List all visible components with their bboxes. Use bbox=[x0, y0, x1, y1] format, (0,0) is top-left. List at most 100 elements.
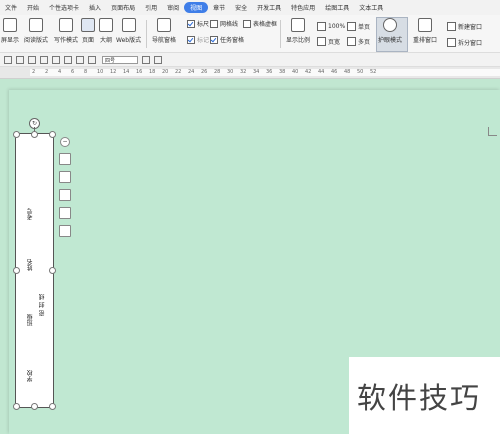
outline-view-button[interactable]: 大纲 bbox=[99, 18, 113, 44]
ruler-tick-label: 48 bbox=[344, 69, 351, 75]
text-wrap-icon[interactable] bbox=[59, 225, 71, 237]
menu-security[interactable]: 安全 bbox=[230, 3, 252, 12]
menu-text-tools[interactable]: 文本工具 bbox=[354, 3, 388, 12]
fullscreen-icon bbox=[3, 18, 17, 32]
table-gridlines-toggle[interactable]: 表格虚框 bbox=[243, 19, 277, 28]
ruler-checkbox[interactable] bbox=[187, 19, 195, 28]
task-pane-checkbox[interactable] bbox=[210, 35, 218, 44]
ruler-tick-label: 4 bbox=[58, 69, 62, 75]
font-size-select[interactable]: 四号 bbox=[102, 55, 138, 64]
menu-page-layout[interactable]: 页面布局 bbox=[106, 3, 140, 12]
layout-options-icon[interactable] bbox=[59, 153, 71, 165]
menu-features[interactable]: 特色应用 bbox=[286, 3, 320, 12]
exam-number-label: 考号 bbox=[27, 208, 34, 220]
zoom-100-label: 100% bbox=[328, 23, 346, 30]
ruler-tick-label: 10 bbox=[97, 69, 104, 75]
undo-icon[interactable] bbox=[40, 55, 48, 64]
full-screen-button[interactable]: 屏显示 bbox=[1, 18, 19, 44]
resize-handle[interactable] bbox=[31, 403, 38, 410]
single-page-button[interactable]: 单页 bbox=[347, 22, 370, 31]
ruler-tick-label: 50 bbox=[357, 69, 364, 75]
watermark: 软件技巧 bbox=[349, 357, 500, 434]
multi-page-button[interactable]: 多页 bbox=[347, 37, 370, 46]
ruler-tick-label: 40 bbox=[292, 69, 299, 75]
menu-section[interactable]: 章节 bbox=[208, 3, 230, 12]
markup-toggle[interactable]: 标记 bbox=[187, 35, 209, 44]
gridlines-checkbox[interactable] bbox=[210, 19, 218, 28]
shrink-font-icon[interactable] bbox=[154, 55, 162, 64]
multi-page-label: 多页 bbox=[358, 39, 371, 46]
reading-layout-button[interactable]: 阅读版式 bbox=[24, 18, 48, 44]
print-icon[interactable] bbox=[16, 55, 24, 64]
menu-file[interactable]: 文件 bbox=[0, 3, 22, 12]
menu-review[interactable]: 审阅 bbox=[162, 3, 184, 12]
single-page-label: 单页 bbox=[358, 24, 371, 31]
task-pane-toggle[interactable]: 任务窗格 bbox=[210, 35, 244, 44]
watermark-text: 软件技巧 bbox=[357, 381, 482, 415]
page-width-icon bbox=[317, 37, 326, 46]
redo-icon[interactable] bbox=[52, 55, 60, 64]
ruler-tick-label: 16 bbox=[136, 69, 143, 75]
resize-handle[interactable] bbox=[31, 131, 38, 138]
resize-handle[interactable] bbox=[49, 267, 56, 274]
ruler-tick-label: 42 bbox=[305, 69, 312, 75]
bold-icon[interactable] bbox=[64, 55, 72, 64]
writing-mode-label: 写作模式 bbox=[54, 37, 79, 44]
menu-bar: 文件 开始 个性选项卡 插入 页面布局 引用 审阅 视图 章节 安全 开发工具 … bbox=[0, 0, 500, 15]
resize-handle[interactable] bbox=[13, 131, 20, 138]
preview-icon[interactable] bbox=[28, 55, 36, 64]
ruler-tick-label: 2 bbox=[32, 69, 36, 75]
web-layout-button[interactable]: Web版式 bbox=[116, 18, 141, 44]
seal-line-label: 密 封 线 bbox=[39, 294, 46, 316]
table-gridlines-checkbox[interactable] bbox=[243, 19, 251, 28]
page-width-button[interactable]: 页宽 bbox=[317, 37, 340, 46]
menu-custom-tab[interactable]: 个性选项卡 bbox=[44, 3, 84, 12]
reading-icon bbox=[29, 18, 43, 32]
resize-handle[interactable] bbox=[13, 403, 20, 410]
school-label: 学校 bbox=[27, 370, 34, 382]
new-window-button[interactable]: 新建窗口 bbox=[447, 22, 482, 31]
rearrange-window-button[interactable]: 重排窗口 bbox=[413, 18, 437, 44]
gridlines-toggle[interactable]: 网格线 bbox=[210, 19, 238, 28]
nav-pane-button[interactable]: 导航窗格 bbox=[152, 18, 176, 44]
ruler-toggle[interactable]: 标尺 bbox=[187, 19, 209, 28]
split-window-icon bbox=[447, 38, 456, 47]
align-icon[interactable] bbox=[76, 55, 84, 64]
save-icon[interactable] bbox=[4, 55, 12, 64]
eye-protection-button[interactable]: 护眼模式 bbox=[378, 18, 402, 44]
ribbon-divider bbox=[146, 20, 147, 48]
menu-developer[interactable]: 开发工具 bbox=[252, 3, 286, 12]
fill-color-icon[interactable] bbox=[59, 189, 71, 201]
writing-mode-button[interactable]: 写作模式 bbox=[54, 18, 78, 44]
table-gridlines-label: 表格虚框 bbox=[253, 21, 278, 28]
strikethrough-icon[interactable] bbox=[88, 55, 96, 64]
display-ratio-button[interactable]: 显示比例 bbox=[286, 18, 310, 44]
split-window-button[interactable]: 拆分窗口 bbox=[447, 38, 482, 47]
pen-style-icon[interactable] bbox=[59, 171, 71, 183]
class-label: 班级 bbox=[27, 314, 34, 326]
resize-handle[interactable] bbox=[13, 267, 20, 274]
ruler-tick-label: 46 bbox=[331, 69, 338, 75]
reading-layout-label: 阅读版式 bbox=[24, 37, 49, 44]
pen-icon bbox=[59, 18, 73, 32]
outline-icon bbox=[99, 18, 113, 32]
resize-handle[interactable] bbox=[49, 131, 56, 138]
menu-drawing-tools[interactable]: 绘图工具 bbox=[320, 3, 354, 12]
ruler-tick-label: 32 bbox=[240, 69, 247, 75]
menu-view[interactable]: 视图 bbox=[184, 2, 209, 13]
horizontal-ruler[interactable]: 2 2 4 6 8 10 12 14 16 18 20 22 24 26 28 30 32 34 36 38 40 42 4… bbox=[0, 67, 500, 79]
resize-handle[interactable] bbox=[49, 403, 56, 410]
menu-insert[interactable]: 插入 bbox=[84, 3, 106, 12]
collapse-icon[interactable]: − bbox=[60, 137, 70, 147]
markup-checkbox[interactable] bbox=[187, 35, 195, 44]
single-page-icon bbox=[347, 22, 356, 31]
zoom-100-button[interactable]: 100% bbox=[317, 22, 345, 31]
grow-font-icon[interactable] bbox=[142, 55, 150, 64]
page-view-button[interactable]: 页面 bbox=[81, 18, 95, 44]
ruler-tick-label: 22 bbox=[175, 69, 182, 75]
ruler-tick-label: 12 bbox=[110, 69, 117, 75]
menu-home[interactable]: 开始 bbox=[22, 3, 44, 12]
outline-icon[interactable] bbox=[59, 207, 71, 219]
full-screen-label: 屏显示 bbox=[1, 37, 20, 44]
menu-references[interactable]: 引用 bbox=[140, 3, 162, 12]
